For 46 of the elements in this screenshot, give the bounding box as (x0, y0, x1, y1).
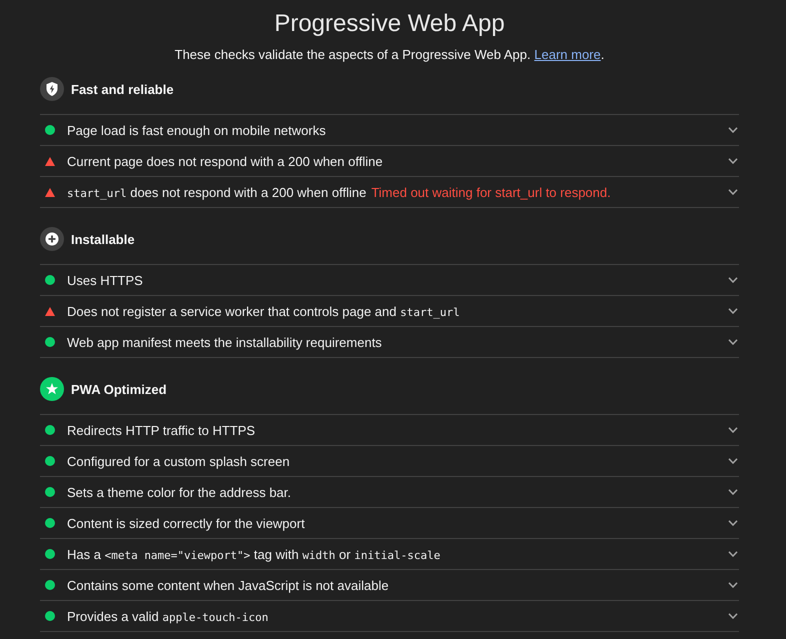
error-message: Timed out waiting for start_url to respond. (371, 184, 611, 200)
pass-dot-icon (45, 337, 55, 347)
audit-title[interactable]: Has a <meta name="viewport"> tag with width or initial-scale (67, 546, 440, 562)
pass-dot-icon (45, 456, 55, 466)
pass-dot-icon (45, 518, 55, 528)
pass-dot-icon (45, 549, 55, 559)
pass-dot-icon (45, 125, 55, 135)
chevron-down-icon[interactable] (728, 127, 738, 133)
audit-title[interactable]: Current page does not respond with a 200 when offline (67, 154, 383, 168)
audit-title[interactable]: Page load is fast enough on mobile networks (67, 122, 326, 138)
audit-title[interactable]: Content is sized correctly for the viewport (67, 516, 305, 530)
chevron-down-icon[interactable] (728, 277, 738, 283)
audit-title[interactable]: Sets a theme color for the address bar. (67, 484, 292, 500)
pass-dot-icon (45, 425, 55, 435)
audit-title[interactable]: Configured for a custom splash screen (67, 454, 290, 468)
chevron-down-icon[interactable] (728, 458, 738, 464)
pass-dot-icon (45, 275, 55, 285)
group-title: PWA Optimized (71, 382, 167, 396)
audit-title[interactable]: Does not register a service worker that controls page and start_url (67, 304, 460, 318)
pass-dot-icon (45, 487, 55, 497)
chevron-down-icon[interactable] (728, 339, 738, 345)
page-title: Progressive Web App (273, 10, 506, 38)
chevron-down-icon[interactable] (728, 158, 738, 164)
chevron-down-icon[interactable] (728, 551, 738, 557)
fail-triangle-icon (45, 306, 55, 316)
chevron-down-icon[interactable] (728, 308, 738, 314)
group-title: Installable (71, 232, 135, 246)
chevron-down-icon[interactable] (728, 520, 738, 526)
fail-triangle-icon (45, 156, 55, 166)
pass-dot-icon (45, 611, 55, 621)
chevron-down-icon[interactable] (728, 613, 738, 619)
audit-title[interactable]: Provides a valid apple-touch-icon (67, 608, 268, 624)
audit-title[interactable]: Web app manifest meets the installability requirements (67, 334, 382, 350)
chevron-down-icon[interactable] (728, 582, 738, 588)
chevron-down-icon[interactable] (728, 489, 738, 495)
learn-more-link[interactable]: Learn more (534, 47, 601, 62)
pass-dot-icon (45, 580, 55, 590)
chevron-down-icon[interactable] (728, 427, 738, 433)
audit-title[interactable]: Uses HTTPS (67, 272, 143, 288)
audit-title[interactable]: Contains some content when JavaScript is not available (67, 578, 389, 592)
group-title: Fast and reliable (71, 82, 174, 96)
chevron-down-icon[interactable] (728, 189, 738, 195)
audit-title[interactable]: start_url does not respond with a 200 when offline (67, 184, 366, 200)
page-description: These checks validate the aspects of a Progressive Web App. Learn more. (174, 47, 606, 63)
fail-triangle-icon (45, 188, 55, 196)
audit-title[interactable]: Redirects HTTP traffic to HTTPS (67, 422, 256, 438)
